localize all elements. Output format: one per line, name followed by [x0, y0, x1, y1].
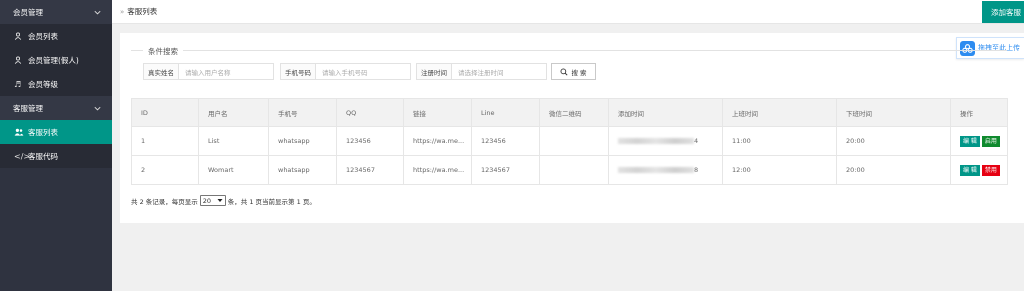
sidebar-item-label: 会员等级 [28, 79, 58, 89]
enable-button[interactable]: 启用 [981, 135, 1000, 147]
sidebar-group-label: 会员管理 [13, 7, 43, 17]
sidebar-item-service-code[interactable]: </> 客服代码 [0, 144, 112, 168]
phone-label: 手机号码 [280, 63, 316, 80]
page-size-value: 20 [202, 196, 212, 205]
cell-wechat-qr [539, 155, 609, 185]
header-id: ID [131, 98, 199, 127]
redacted-value [618, 138, 694, 144]
code-icon: </> [14, 151, 31, 161]
music-icon: ♬ [14, 79, 22, 89]
sidebar-item-label: 客服列表 [28, 127, 58, 137]
header-wechat-qr: 微信二维码 [539, 98, 609, 127]
breadcrumb[interactable]: 客服列表 [127, 6, 157, 17]
add-service-button[interactable]: 添加客服 [982, 1, 1024, 23]
real-name-label: 真实姓名 [143, 63, 179, 80]
table-row: 1 List whatsapp 123456 https://wa.me... … [131, 126, 1008, 156]
sidebar-item-member-fake[interactable]: 会员管理(假人) [0, 48, 112, 72]
disable-button[interactable]: 禁用 [981, 164, 1000, 176]
search-button[interactable]: 搜 索 [551, 63, 596, 80]
cell-line: 1234567 [471, 155, 540, 185]
sidebar-item-member-list[interactable]: 会员列表 [0, 24, 112, 48]
chevron-down-icon [217, 199, 223, 202]
cell-actions: 编 辑启用 [950, 126, 1008, 156]
sidebar-group-service[interactable]: 客服管理 [0, 96, 112, 120]
redacted-value [618, 167, 694, 173]
cell-phone: whatsapp [268, 126, 337, 156]
sidebar-item-service-list[interactable]: 客服列表 [0, 120, 112, 144]
sidebar-group-label: 客服管理 [13, 103, 43, 113]
cell-link[interactable]: https://wa.me... [403, 126, 472, 156]
pagination-info: 共 2 条记录，每页显示 20 条，共 1 页当前显示第 1 页。 [131, 195, 316, 206]
header-qq: QQ [336, 98, 404, 127]
pager-suffix: 条，共 1 页当前显示第 1 页。 [227, 197, 316, 206]
register-time-input[interactable]: 请选择注册时间 [452, 63, 547, 80]
chevron-down-icon [94, 106, 101, 110]
header-phone: 手机号 [268, 98, 337, 127]
search-icon [560, 68, 568, 76]
user-icon [14, 32, 24, 40]
chevron-down-icon [94, 10, 101, 14]
cell-actions: 编 辑禁用 [950, 155, 1008, 185]
sidebar-item-label: 客服代码 [28, 151, 58, 161]
header-actions: 操作 [950, 98, 1008, 127]
cell-end-time: 20:00 [836, 126, 951, 156]
user-icon [14, 56, 24, 64]
breadcrumb-separator: » [120, 7, 125, 16]
edit-button[interactable]: 编 辑 [960, 135, 980, 147]
cell-phone: whatsapp [268, 155, 337, 185]
cell-added-time: 4 [608, 126, 723, 156]
sidebar: 会员管理 会员列表 会员管理(假人) ♬ 会员等级 客服管理 客服列表 </> … [0, 0, 112, 291]
cell-end-time: 20:00 [836, 155, 951, 185]
cell-username: Womart [198, 155, 269, 185]
search-button-label: 搜 索 [571, 68, 587, 77]
sidebar-item-member-level[interactable]: ♬ 会员等级 [0, 72, 112, 96]
header-line: Line [471, 98, 540, 127]
cell-link[interactable]: https://wa.me... [403, 155, 472, 185]
cell-added-time: 8 [608, 155, 723, 185]
cell-start-time: 12:00 [722, 155, 837, 185]
sidebar-group-member[interactable]: 会员管理 [0, 0, 112, 24]
page-size-select[interactable]: 20 [199, 195, 226, 206]
added-time-suffix: 8 [694, 166, 699, 174]
table-header-row: ID 用户名 手机号 QQ 链接 Line 微信二维码 添加时间 上班时间 下班… [131, 98, 1008, 127]
register-time-label: 注册时间 [416, 63, 452, 80]
header-link: 链接 [403, 98, 472, 127]
header-added-time: 添加时间 [608, 98, 723, 127]
search-legend: 条件搜索 [143, 46, 183, 57]
header-username: 用户名 [198, 98, 269, 127]
top-bar: » 客服列表 添加客服 [112, 0, 1024, 24]
service-table: ID 用户名 手机号 QQ 链接 Line 微信二维码 添加时间 上班时间 下班… [131, 98, 1008, 185]
edit-button[interactable]: 编 辑 [960, 164, 980, 176]
added-time-suffix: 4 [694, 137, 699, 145]
cell-id: 1 [131, 126, 199, 156]
sidebar-item-label: 会员管理(假人) [28, 55, 79, 65]
phone-input[interactable]: 请输入手机号码 [316, 63, 411, 80]
users-icon [14, 128, 24, 136]
cell-id: 2 [131, 155, 199, 185]
cell-wechat-qr [539, 126, 609, 156]
cell-qq: 1234567 [336, 155, 404, 185]
sidebar-item-label: 会员列表 [28, 31, 58, 41]
header-start-time: 上班时间 [722, 98, 837, 127]
cell-line: 123456 [471, 126, 540, 156]
pager-prefix: 共 2 条记录，每页显示 [131, 197, 198, 206]
cell-start-time: 11:00 [722, 126, 837, 156]
table-row: 2 Womart whatsapp 1234567 https://wa.me.… [131, 155, 1008, 185]
header-end-time: 下班时间 [836, 98, 951, 127]
cell-username: List [198, 126, 269, 156]
real-name-input[interactable]: 请输入用户名称 [179, 63, 274, 80]
cell-qq: 123456 [336, 126, 404, 156]
